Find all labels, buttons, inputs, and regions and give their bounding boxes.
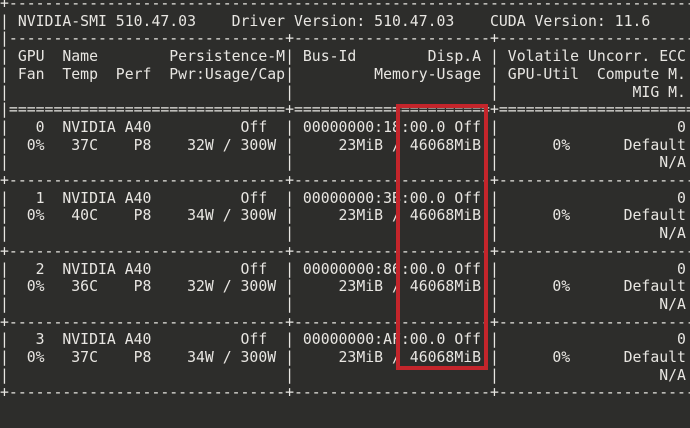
nvidia-smi-output: +---------------------------------------… bbox=[0, 0, 690, 402]
terminal-screen: +---------------------------------------… bbox=[0, 0, 690, 428]
